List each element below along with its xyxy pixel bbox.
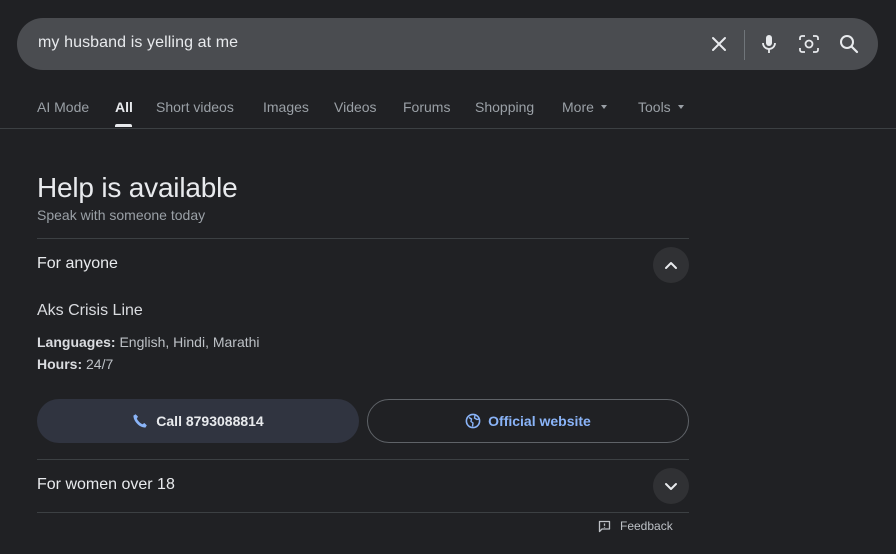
search-icon[interactable] xyxy=(836,31,862,57)
search-input[interactable]: my husband is yelling at me xyxy=(38,34,238,52)
tab-videos[interactable]: Videos xyxy=(334,99,377,115)
lens-camera-icon[interactable] xyxy=(796,31,822,57)
languages-line: Languages: English, Hindi, Marathi xyxy=(37,334,260,350)
help-title: Help is available xyxy=(37,172,238,203)
feedback-label: Feedback xyxy=(620,519,673,533)
tab-all[interactable]: All xyxy=(115,99,133,115)
org-name: Aks Crisis Line xyxy=(37,302,143,319)
tab-tools-label: Tools xyxy=(638,99,671,115)
collapse-button[interactable] xyxy=(653,247,689,283)
call-button-label: Call 8793088814 xyxy=(156,413,264,429)
globe-icon xyxy=(465,413,481,429)
feedback-link[interactable]: Feedback xyxy=(598,519,673,533)
call-button[interactable]: Call 8793088814 xyxy=(37,399,359,443)
chevron-down-icon xyxy=(600,105,607,110)
tab-images[interactable]: Images xyxy=(263,99,309,115)
hours-value: 24/7 xyxy=(86,356,114,372)
tab-shopping[interactable]: Shopping xyxy=(475,99,534,115)
chevron-up-icon xyxy=(665,262,677,269)
tab-short-videos[interactable]: Short videos xyxy=(156,99,234,115)
tab-active-indicator xyxy=(115,124,132,127)
official-website-button[interactable]: Official website xyxy=(367,399,689,443)
feedback-icon xyxy=(598,520,611,532)
search-tabs: AI Mode All Short videos Images Videos F… xyxy=(0,92,896,129)
tab-more[interactable]: More xyxy=(562,99,607,115)
tab-ai-mode[interactable]: AI Mode xyxy=(37,99,89,115)
help-subtitle: Speak with someone today xyxy=(37,207,206,223)
tab-more-label: More xyxy=(562,99,594,115)
chevron-down-icon xyxy=(665,483,677,490)
section-title-for-anyone[interactable]: For anyone xyxy=(37,255,118,273)
search-bar[interactable]: my husband is yelling at me xyxy=(17,18,878,70)
divider xyxy=(37,238,689,239)
microphone-icon[interactable] xyxy=(756,31,782,57)
tab-tools[interactable]: Tools xyxy=(638,99,684,115)
divider xyxy=(37,459,689,460)
tab-forums[interactable]: Forums xyxy=(403,99,450,115)
section-title-for-women[interactable]: For women over 18 xyxy=(37,476,175,494)
chevron-down-icon xyxy=(677,105,684,110)
divider xyxy=(37,512,689,513)
expand-button[interactable] xyxy=(653,468,689,504)
languages-value: English, Hindi, Marathi xyxy=(119,334,260,350)
hours-label: Hours: xyxy=(37,356,83,372)
languages-label: Languages: xyxy=(37,334,116,350)
close-icon[interactable] xyxy=(706,31,732,57)
hours-line: Hours: 24/7 xyxy=(37,356,113,372)
official-website-label: Official website xyxy=(488,413,591,429)
phone-icon xyxy=(133,414,148,428)
search-divider xyxy=(744,30,745,60)
